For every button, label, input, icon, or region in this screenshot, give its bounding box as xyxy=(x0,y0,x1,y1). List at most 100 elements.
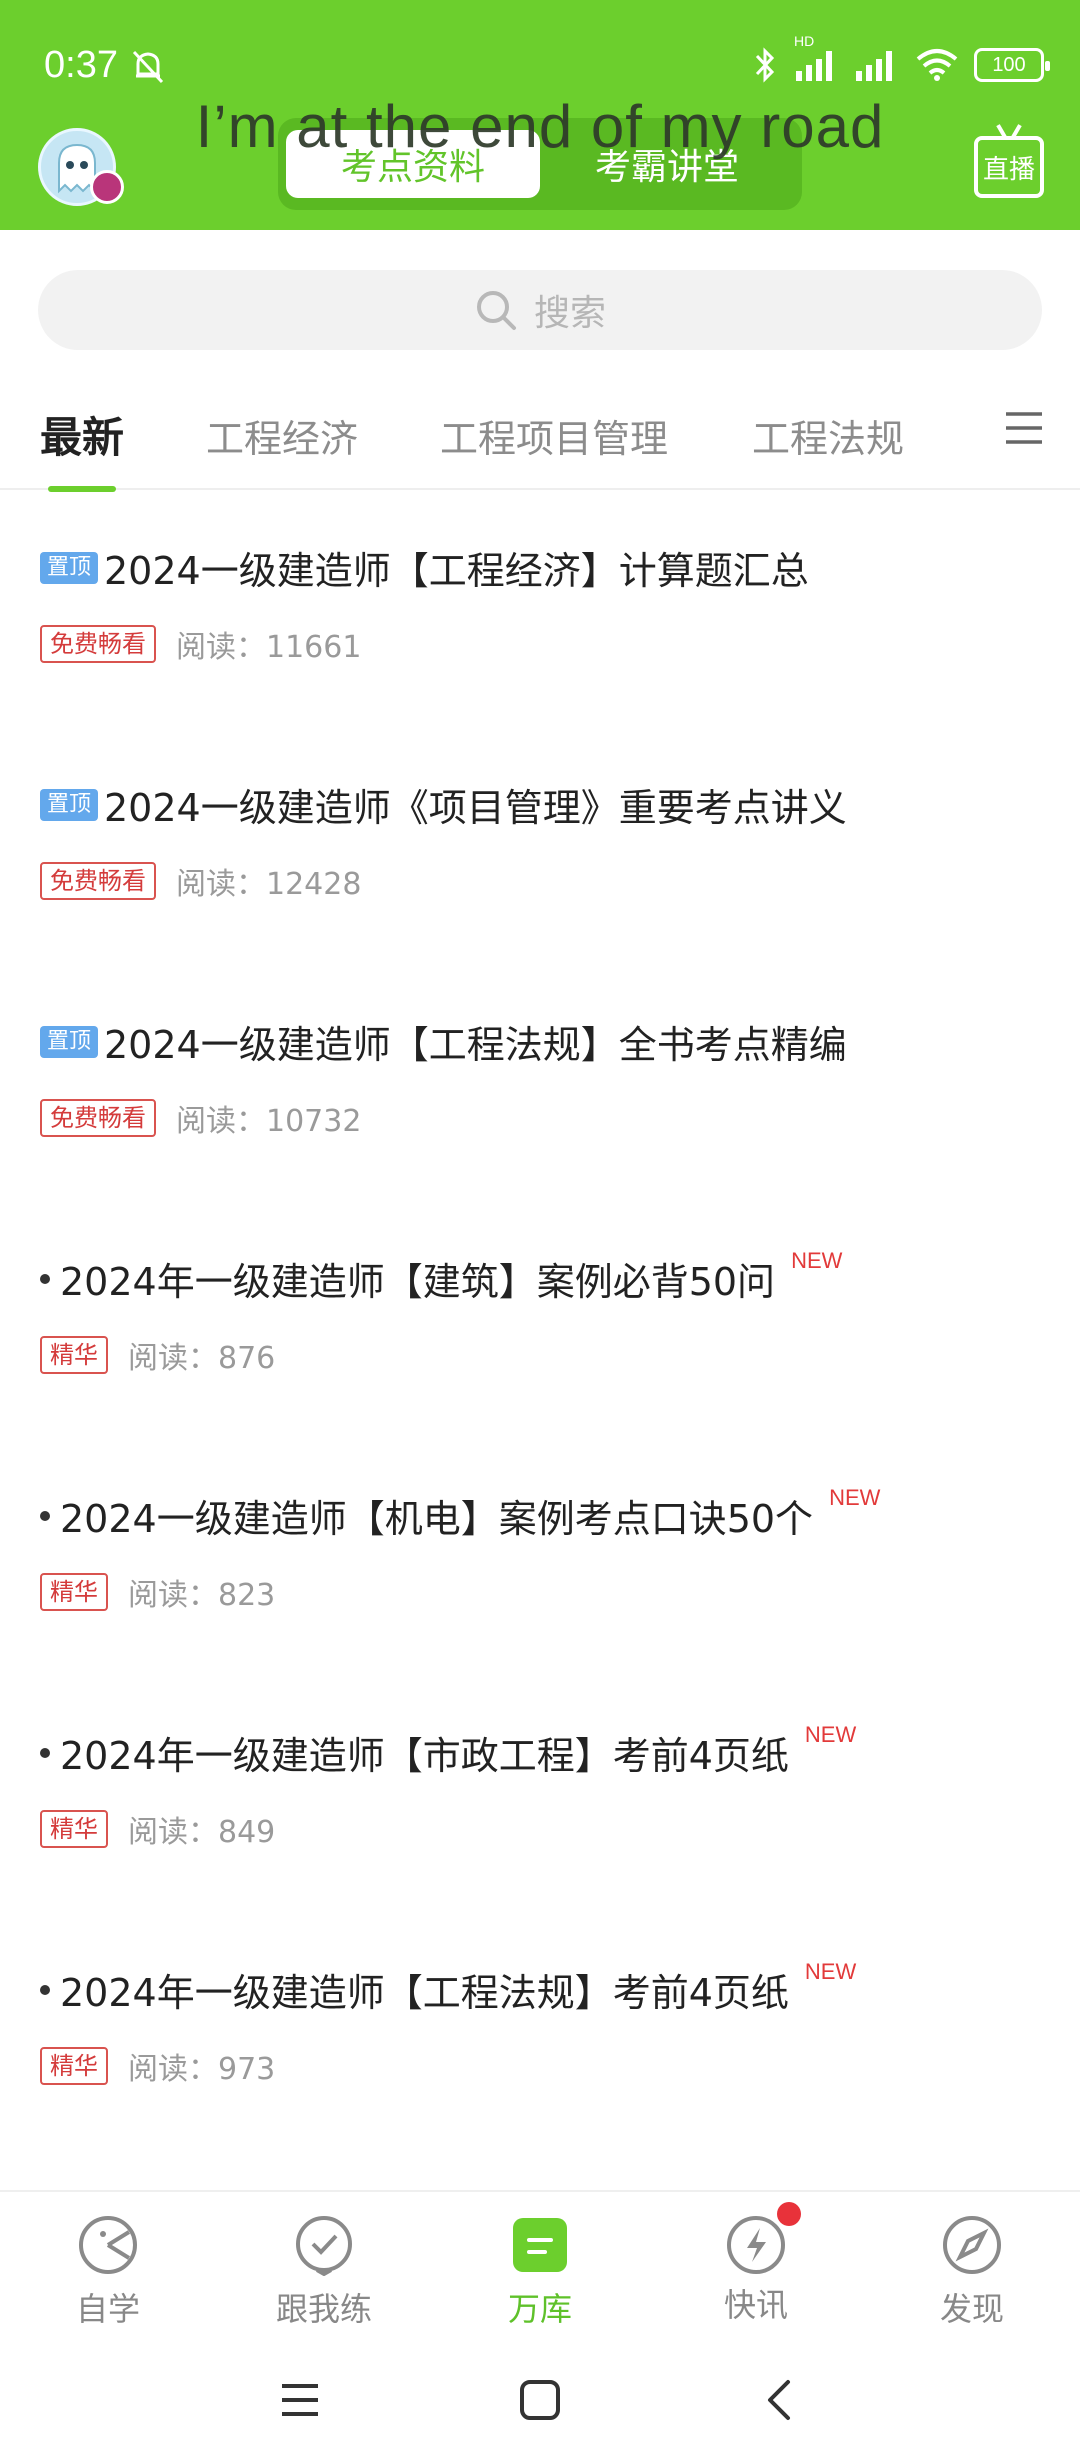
list-item[interactable]: 2024年一级建造师【市政工程】考前4页纸 NEW 精华 阅读：849 xyxy=(0,1721,1080,1962)
compass-icon xyxy=(943,2216,1001,2274)
mute-bell-icon xyxy=(132,50,164,84)
pinned-badge: 置顶 xyxy=(40,551,98,584)
free-tag: 免费畅看 xyxy=(40,1099,156,1137)
bluetooth-icon xyxy=(755,47,775,83)
featured-tag: 精华 xyxy=(40,1810,108,1848)
battery-icon: 100 xyxy=(974,48,1050,82)
article-title: 2024年一级建造师【工程法规】考前4页纸 NEW xyxy=(40,1958,857,2017)
menu-icon[interactable] xyxy=(1004,408,1044,448)
article-title-text: 2024年一级建造师【市政工程】考前4页纸 xyxy=(60,1734,789,1778)
article-title: 2024年一级建造师【市政工程】考前4页纸 NEW xyxy=(40,1721,857,1780)
featured-tag: 精华 xyxy=(40,2047,108,2085)
live-label: 直播 xyxy=(982,154,1035,185)
signal-hd-icon: HD xyxy=(794,33,840,83)
list-item[interactable]: 置顶 2024一级建造师《项目管理》重要考点讲义 免费畅看 阅读：12428 xyxy=(0,777,1080,1014)
nav-flash-news[interactable]: 快讯 xyxy=(676,2202,836,2326)
list-item[interactable]: 2024一级建造师【机电】案例考点口诀50个 NEW 精华 阅读：823 xyxy=(0,1484,1080,1725)
article-title-text: 2024一级建造师【工程经济】计算题汇总 xyxy=(104,549,809,593)
article-title-text: 2024一级建造师《项目管理》重要考点讲义 xyxy=(104,786,847,830)
list-item[interactable]: 置顶 2024一级建造师【工程经济】计算题汇总 免费畅看 阅读：11661 xyxy=(0,540,1080,777)
search-placeholder: 搜索 xyxy=(533,293,606,334)
read-count: 阅读：876 xyxy=(128,1341,276,1376)
tab-engineering-economics[interactable]: 工程经济 xyxy=(206,408,358,463)
new-badge: NEW xyxy=(829,1484,881,1510)
status-bar: 0:37 HD 100 xyxy=(0,0,1080,130)
list-item[interactable]: 置顶 2024一级建造师【工程法规】全书考点精编 免费畅看 阅读：10732 xyxy=(0,1014,1080,1251)
system-nav-bar xyxy=(0,2340,1080,2460)
article-meta: 免费畅看 阅读：12428 xyxy=(40,859,361,903)
nav-self-study-label: 自学 xyxy=(75,2290,140,2328)
article-title-text: 2024年一级建造师【工程法规】考前4页纸 xyxy=(60,1971,789,2015)
notification-dot xyxy=(777,2202,801,2226)
avatar-badge-icon xyxy=(90,170,124,204)
recent-apps-icon[interactable] xyxy=(276,2376,324,2424)
read-count: 阅读：849 xyxy=(128,1815,276,1850)
tab-project-management[interactable]: 工程项目管理 xyxy=(440,408,668,463)
read-count: 阅读：11661 xyxy=(176,630,362,665)
read-count: 阅读：973 xyxy=(128,2052,276,2087)
nav-library-label: 万库 xyxy=(507,2290,572,2328)
tab-engineering-regulations[interactable]: 工程法规 xyxy=(752,408,904,463)
active-tab-indicator xyxy=(48,486,116,492)
article-meta: 免费畅看 阅读：11661 xyxy=(40,622,361,666)
nav-practice-label: 跟我练 xyxy=(275,2290,372,2328)
article-title-text: 2024一级建造师【工程法规】全书考点精编 xyxy=(104,1023,847,1067)
article-meta: 精华 阅读：876 xyxy=(40,1333,275,1377)
article-title-text: 2024一级建造师【机电】案例考点口诀50个 xyxy=(60,1497,814,1541)
read-count: 阅读：823 xyxy=(128,1578,276,1613)
list-item[interactable]: 2024年一级建造师【建筑】案例必背50问 NEW 精华 阅读：876 xyxy=(0,1247,1080,1488)
signal-hd-label: HD xyxy=(794,33,815,49)
category-tabs: 最新 工程经济 工程项目管理 工程法规 xyxy=(0,380,1080,492)
new-badge: NEW xyxy=(791,1247,843,1273)
bullet-dot xyxy=(40,1510,50,1521)
nav-flash-news-label: 快讯 xyxy=(723,2286,788,2324)
bullet-dot xyxy=(40,1984,50,1995)
self-study-icon xyxy=(79,2216,137,2274)
article-title: 2024年一级建造师【建筑】案例必背50问 NEW xyxy=(40,1247,843,1306)
article-title: 2024一级建造师【机电】案例考点口诀50个 NEW xyxy=(40,1484,881,1543)
status-icons: HD 100 xyxy=(750,33,1050,84)
flash-news-icon xyxy=(725,2202,801,2276)
segment-tab-study-materials[interactable]: 考点资料 xyxy=(286,130,540,198)
article-meta: 精华 阅读：973 xyxy=(40,2044,275,2088)
nav-practice[interactable]: 跟我练 xyxy=(244,2214,404,2330)
bullet-dot xyxy=(40,1273,50,1284)
content-segment-switch: 考点资料 考霸讲堂 xyxy=(278,118,802,210)
search-input[interactable]: 搜索 xyxy=(38,270,1042,350)
search-icon xyxy=(476,291,516,330)
practice-icon xyxy=(296,2216,352,2277)
article-meta: 精华 阅读：849 xyxy=(40,1807,275,1851)
free-tag: 免费畅看 xyxy=(40,625,156,663)
pinned-badge: 置顶 xyxy=(40,788,98,821)
tab-latest[interactable]: 最新 xyxy=(40,404,124,465)
bottom-nav: 自学 跟我练 万库 快讯 发现 xyxy=(0,2190,1080,2340)
read-count: 阅读：12428 xyxy=(176,867,362,902)
featured-tag: 精华 xyxy=(40,1573,108,1611)
nav-discover[interactable]: 发现 xyxy=(892,2214,1052,2330)
nav-discover-label: 发现 xyxy=(939,2290,1004,2328)
article-title: 置顶 2024一级建造师《项目管理》重要考点讲义 xyxy=(40,777,847,832)
battery-level: 100 xyxy=(992,53,1026,76)
featured-tag: 精华 xyxy=(40,1336,108,1374)
library-icon xyxy=(513,2218,567,2272)
signal-icon xyxy=(856,51,892,81)
live-tv-button[interactable]: 直播 xyxy=(974,136,1044,198)
pinned-badge: 置顶 xyxy=(40,1025,98,1058)
article-meta: 免费畅看 阅读：10732 xyxy=(40,1096,361,1140)
new-badge: NEW xyxy=(804,1958,857,1984)
new-badge: NEW xyxy=(804,1721,857,1747)
read-count: 阅读：10732 xyxy=(176,1104,362,1139)
list-item[interactable]: 2024年一级建造师【工程法规】考前4页纸 NEW 精华 阅读：973 xyxy=(0,1958,1080,2199)
free-tag: 免费畅看 xyxy=(40,862,156,900)
back-icon[interactable] xyxy=(756,2376,804,2424)
nav-library[interactable]: 万库 xyxy=(460,2214,620,2330)
bullet-dot xyxy=(40,1747,50,1758)
status-time: 0:37 xyxy=(44,44,118,86)
segment-tab-lecture-hall[interactable]: 考霸讲堂 xyxy=(540,130,794,198)
article-title: 置顶 2024一级建造师【工程经济】计算题汇总 xyxy=(40,540,809,595)
nav-self-study[interactable]: 自学 xyxy=(28,2214,188,2330)
app-header: 0:37 HD 100 考点资料 考霸讲堂 I’m at the end of … xyxy=(0,0,1080,230)
home-icon[interactable] xyxy=(516,2376,564,2424)
article-title-text: 2024年一级建造师【建筑】案例必背50问 xyxy=(60,1260,776,1304)
wifi-icon xyxy=(916,49,958,81)
